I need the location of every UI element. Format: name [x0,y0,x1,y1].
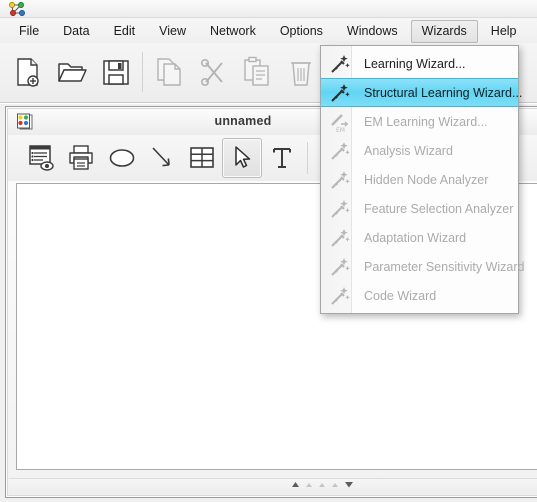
ellipse-node-icon [109,149,135,167]
menu-item-label: Feature Selection Analyzer [364,201,514,216]
doc-tool-text[interactable] [262,138,302,178]
toolbar-copy[interactable] [147,48,191,96]
trash-delete-icon [291,62,311,86]
nav-up-icon[interactable] [291,480,300,489]
menu-options[interactable]: Options [269,20,334,43]
magic-wand-icon [327,138,353,164]
menu-wizards[interactable]: Wizards [410,19,478,43]
toolbar-open[interactable] [50,48,94,96]
navigation-arrows [291,480,354,489]
new-document-icon [17,58,39,87]
text-tool-icon [273,148,291,168]
nav-small-2-icon[interactable] [318,481,326,489]
toolbar-new[interactable] [6,48,50,96]
menu-item-code-wizard[interactable]: Code Wizard [321,281,518,310]
menu-item-label: Hidden Node Analyzer [364,172,489,187]
report-view-icon [29,145,54,171]
svg-text:EM: EM [336,127,345,133]
doc-tool-table[interactable] [182,138,222,178]
menu-item-learning-wizard[interactable]: Learning Wizard... [321,49,518,78]
menu-network[interactable]: Network [199,20,267,43]
menu-edit[interactable]: Edit [103,20,147,43]
menubar: File Data Edit View Network Options Wind… [0,19,537,43]
toolbar-paste[interactable] [235,48,279,96]
nav-down-icon[interactable] [344,480,354,489]
menu-item-adaptation-wizard[interactable]: Adaptation Wizard [321,223,518,252]
menu-item-label: EM Learning Wizard... [364,114,488,129]
nav-small-3-icon[interactable] [331,481,339,489]
wizards-menu: Learning Wizard... Structural Learning W… [320,45,524,314]
menu-item-label: Analysis Wizard [364,143,453,158]
menu-file[interactable]: File [8,20,50,43]
printer-icon [69,145,93,170]
menu-item-parameter-sensitivity-wizard[interactable]: Parameter Sensitivity Wizard [321,252,524,281]
doc-tool-arc[interactable] [142,138,182,178]
save-floppy-icon [103,60,129,85]
menu-item-label: Structural Learning Wizard... [364,85,523,100]
magic-wand-icon [327,225,353,251]
copy-pages-icon [157,58,181,86]
menu-item-label: Parameter Sensitivity Wizard [364,259,525,274]
menu-item-label: Code Wizard [364,288,437,303]
menu-item-label: Adaptation Wizard [364,230,467,245]
titlebar [0,0,537,18]
menu-item-analysis-wizard[interactable]: Analysis Wizard [321,136,518,165]
doc-toolbar-separator [307,142,308,174]
menu-item-feature-selection-analyzer[interactable]: Feature Selection Analyzer [321,194,518,223]
menu-item-structural-learning-wizard[interactable]: Structural Learning Wizard... [321,78,522,107]
application-window: File Data Edit View Network Options Wind… [0,0,537,502]
em-wand-icon: EM [327,109,353,135]
doc-tool-report[interactable] [22,138,62,178]
doc-tool-select[interactable] [222,138,262,178]
doc-tool-print[interactable] [62,138,102,178]
document-statusbar [9,478,537,494]
menu-item-hidden-node-analyzer[interactable]: Hidden Node Analyzer [321,165,518,194]
menu-help[interactable]: Help [480,20,528,43]
toolbar-delete[interactable] [279,48,323,96]
toolbar-separator [142,52,143,92]
menu-data[interactable]: Data [52,20,100,43]
grid-table-icon [190,147,214,168]
menu-item-label: Learning Wizard... [364,56,466,71]
magic-wand-icon [327,80,353,106]
magic-wand-icon [327,196,353,222]
magic-wand-icon [327,283,353,309]
magic-wand-icon [327,167,353,193]
toolbar-cut[interactable] [191,48,235,96]
scissors-cut-icon [200,58,223,86]
menu-windows[interactable]: Windows [336,20,409,43]
nav-small-1-icon[interactable] [305,481,313,489]
magic-wand-icon [327,254,353,280]
menu-item-em-learning-wizard[interactable]: EM EM Learning Wizard... [321,107,518,136]
arrow-arc-icon [152,147,170,167]
magic-wand-icon [327,51,353,77]
doc-tool-node[interactable] [102,138,142,178]
network-graph-icon [8,1,26,18]
toolbar-save[interactable] [94,48,138,96]
clipboard-paste-icon [244,56,269,86]
select-cursor-icon [235,146,251,168]
open-folder-icon [58,63,87,82]
menu-view[interactable]: View [148,20,197,43]
